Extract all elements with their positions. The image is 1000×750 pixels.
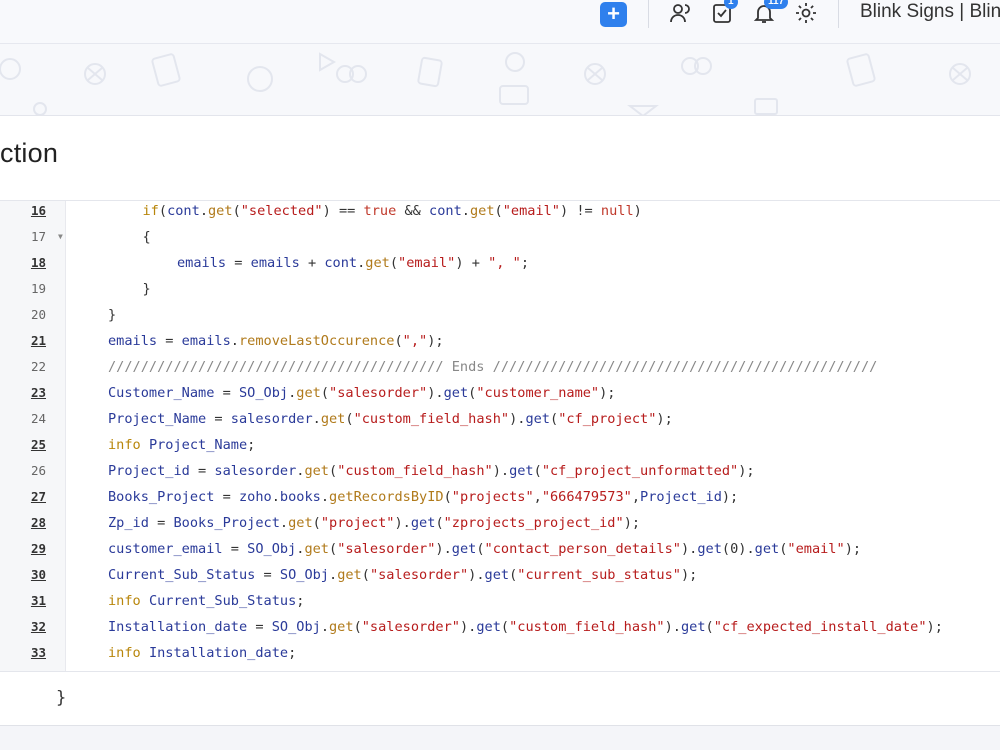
notifications-badge: 117: [764, 0, 789, 9]
code-text: Customer_Name = SO_Obj.get("salesorder")…: [108, 385, 616, 401]
code-line[interactable]: 25 info Project_Name;: [0, 432, 1000, 458]
code-text: info Installation_date;: [108, 645, 297, 661]
line-number: 20: [30, 307, 46, 322]
code-text: ////////////////////////////////////////…: [108, 359, 878, 375]
line-number: 17: [30, 229, 46, 244]
code-line[interactable]: 30 Current_Sub_Status = SO_Obj.get("sales…: [0, 562, 1000, 588]
tasks-badge: 1: [724, 0, 738, 9]
decorative-banner: [0, 44, 1000, 116]
line-number: 28: [30, 515, 46, 530]
organization-switcher[interactable]: Blink Signs | Blin: [860, 1, 1000, 23]
code-text: }: [142, 281, 151, 297]
code-line[interactable]: 26 Project_id = salesorder.get("custom_fi…: [0, 458, 1000, 484]
code-text: info Current_Sub_Status;: [108, 593, 305, 609]
code-line[interactable]: 32 Installation_date = SO_Obj.get("saleso…: [0, 614, 1000, 640]
users-icon[interactable]: [668, 1, 692, 25]
code-line[interactable]: 20}: [0, 302, 1000, 328]
line-number: 23: [30, 385, 46, 400]
line-number: 16: [30, 203, 46, 218]
page-title: ction: [0, 138, 59, 168]
code-line[interactable]: 16 if(cont.get("selected") == true && con…: [0, 198, 1000, 224]
line-number: 18: [30, 255, 46, 270]
code-text: {: [142, 229, 151, 245]
closing-brace: }: [56, 688, 67, 708]
code-text: Project_Name = salesorder.get("custom_fi…: [108, 411, 673, 427]
line-number: 26: [30, 463, 46, 478]
code-line[interactable]: 28 Zp_id = Books_Project.get("project").g…: [0, 510, 1000, 536]
line-number: 21: [30, 333, 46, 348]
editor-card: ction 16 if(cont.get("selected") == true …: [0, 116, 1000, 726]
code-text: info Project_Name;: [108, 437, 256, 453]
code-text: Zp_id = Books_Project.get("project").get…: [108, 515, 641, 531]
code-line[interactable]: 21 emails = emails.removeLastOccurence(",…: [0, 328, 1000, 354]
header-divider: [838, 0, 839, 28]
code-line[interactable]: 27 Books_Project = zoho.books.getRecordsB…: [0, 484, 1000, 510]
code-line[interactable]: 29 customer_email = SO_Obj.get("salesorde…: [0, 536, 1000, 562]
bell-icon[interactable]: 117: [752, 0, 789, 25]
gear-icon[interactable]: [794, 1, 818, 25]
line-number: 27: [30, 489, 46, 504]
code-line[interactable]: 17 ▼ {: [0, 224, 1000, 250]
line-number: 25: [30, 437, 46, 452]
code-text: }: [108, 307, 117, 323]
code-text: if(cont.get("selected") == true && cont.…: [142, 203, 642, 219]
line-number: 24: [30, 411, 46, 426]
header-divider: [648, 0, 649, 28]
line-number: 33: [30, 645, 46, 660]
code-line[interactable]: 33 info Installation_date;: [0, 640, 1000, 666]
line-number: 22: [30, 359, 46, 374]
code-editor[interactable]: 16 if(cont.get("selected") == true && con…: [0, 200, 1000, 672]
code-text: emails = emails.removeLastOccurence(",")…: [108, 333, 444, 349]
top-header: + 1 117 Blink Signs | Blin: [0, 0, 1000, 44]
fold-toggle-icon[interactable]: ▼: [58, 224, 63, 250]
code-line[interactable]: 18 emails = emails + cont.get("email") + …: [0, 250, 1000, 276]
code-line[interactable]: 23 Customer_Name = SO_Obj.get("salesorder…: [0, 380, 1000, 406]
pattern-icon: [0, 52, 971, 115]
line-number: 19: [30, 281, 46, 296]
code-line[interactable]: 24 Project_Name = salesorder.get("custom_…: [0, 406, 1000, 432]
code-text: Current_Sub_Status = SO_Obj.get("salesor…: [108, 567, 698, 583]
line-number: 30: [30, 567, 46, 582]
add-button[interactable]: +: [600, 2, 627, 27]
line-number: 32: [30, 619, 46, 634]
code-text: customer_email = SO_Obj.get("salesorder"…: [108, 541, 862, 557]
code-line[interactable]: 19}: [0, 276, 1000, 302]
code-text: Project_id = salesorder.get("custom_fiel…: [108, 463, 755, 479]
code-text: emails = emails + cont.get("email") + ",…: [177, 255, 530, 271]
code-line[interactable]: 31 info Current_Sub_Status;: [0, 588, 1000, 614]
code-text: Installation_date = SO_Obj.get("salesord…: [108, 619, 943, 635]
code-line[interactable]: 22 //////////////////////////////////////…: [0, 354, 1000, 380]
code-text: Books_Project = zoho.books.getRecordsByI…: [108, 489, 739, 505]
tasks-icon[interactable]: 1: [710, 0, 738, 25]
line-number: 29: [30, 541, 46, 556]
line-number: 31: [30, 593, 46, 608]
